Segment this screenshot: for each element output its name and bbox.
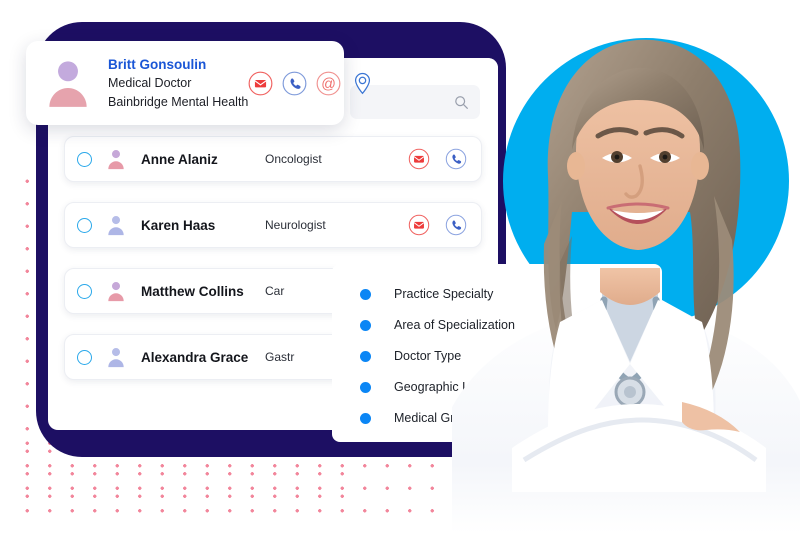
circle-checkbox-icon[interactable] bbox=[77, 283, 92, 299]
phone-icon[interactable] bbox=[282, 71, 307, 96]
doctor-photo bbox=[452, 0, 800, 533]
email-icon[interactable] bbox=[408, 214, 430, 236]
doctor-specialty: Gastr bbox=[265, 350, 295, 364]
doctor-name: Anne Alaniz bbox=[141, 151, 218, 167]
contact-organization: Bainbridge Mental Health bbox=[108, 94, 249, 109]
person-avatar-icon bbox=[42, 57, 94, 109]
circle-checkbox-icon[interactable] bbox=[77, 349, 92, 365]
promo-illustration: Anne Alaniz Oncologist Karen Haas Neurol… bbox=[0, 0, 800, 533]
email-icon[interactable] bbox=[248, 71, 273, 96]
person-avatar-icon bbox=[105, 214, 127, 236]
contact-actions: @ bbox=[248, 71, 375, 96]
person-avatar-icon bbox=[105, 280, 127, 302]
circle-checkbox-icon[interactable] bbox=[77, 151, 92, 167]
table-row[interactable]: Karen Haas Neurologist bbox=[64, 202, 482, 248]
blue-dot-icon bbox=[360, 412, 371, 424]
doctor-name: Karen Haas bbox=[141, 217, 216, 233]
person-avatar-icon bbox=[105, 148, 127, 170]
doctor-specialty: Neurologist bbox=[265, 218, 326, 232]
map-pin-icon[interactable] bbox=[350, 71, 375, 96]
blue-dot-icon bbox=[360, 350, 371, 362]
blue-dot-icon bbox=[360, 319, 371, 331]
search-input[interactable] bbox=[366, 85, 454, 119]
svg-text:@: @ bbox=[321, 77, 336, 93]
contact-card-text: Britt Gonsoulin Medical Doctor Bainbridg… bbox=[108, 55, 248, 112]
contact-role: Medical Doctor bbox=[108, 75, 192, 90]
at-sign-icon[interactable]: @ bbox=[316, 71, 341, 96]
table-row[interactable]: Anne Alaniz Oncologist bbox=[64, 136, 482, 182]
doctor-specialty: Car bbox=[265, 284, 285, 298]
circle-checkbox-icon[interactable] bbox=[77, 217, 92, 233]
doctor-name: Alexandra Grace bbox=[141, 349, 249, 365]
contact-card[interactable]: Britt Gonsoulin Medical Doctor Bainbridg… bbox=[26, 41, 371, 125]
email-icon[interactable] bbox=[408, 148, 430, 170]
blue-dot-icon bbox=[360, 381, 371, 393]
doctor-specialty: Oncologist bbox=[265, 152, 322, 166]
doctor-name: Matthew Collins bbox=[141, 283, 244, 299]
person-avatar-icon bbox=[105, 346, 127, 368]
blue-dot-icon bbox=[360, 288, 371, 300]
contact-name: Britt Gonsoulin bbox=[108, 56, 207, 72]
